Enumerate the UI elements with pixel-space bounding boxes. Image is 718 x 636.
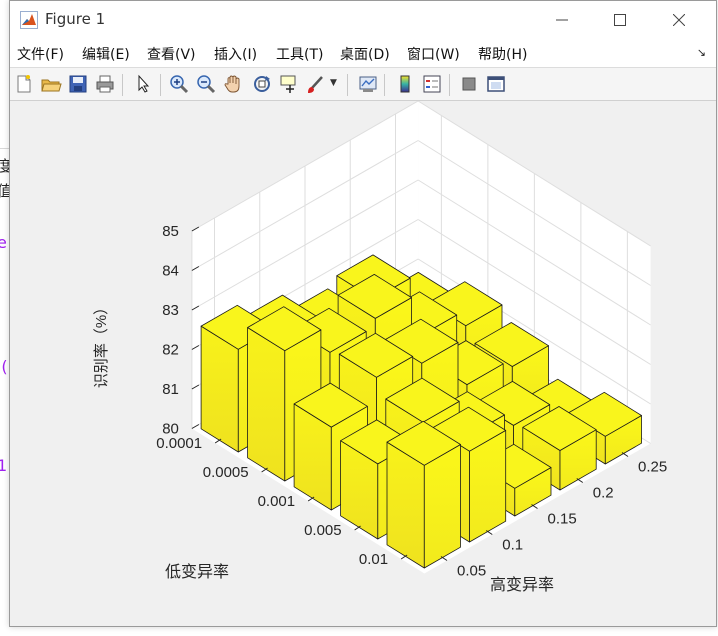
matlab-logo-icon: [20, 11, 38, 29]
save-button[interactable]: [67, 73, 89, 95]
z-axis-label: 识别率（%）: [93, 300, 110, 388]
figure-toolbar: ▼: [10, 67, 716, 101]
z-tick-label: 85: [162, 223, 179, 240]
toolbar-separator: [160, 74, 161, 96]
pointer-icon: [138, 74, 150, 93]
print-icon: [96, 75, 114, 93]
rotate-3d-icon: [254, 76, 270, 92]
maximize-icon: [614, 14, 626, 26]
data-cursor-icon: [280, 75, 296, 93]
menu-tools[interactable]: 工具(T): [276, 44, 323, 64]
z-tick-label: 81: [162, 381, 179, 398]
toolbar-separator: [122, 74, 123, 96]
zoom-in-button[interactable]: [168, 73, 190, 95]
toolbar-separator: [449, 74, 450, 96]
bar-3d: [386, 420, 461, 569]
save-icon: [69, 75, 87, 93]
print-button[interactable]: [94, 73, 116, 95]
legend-button[interactable]: [421, 73, 443, 95]
menu-help[interactable]: 帮助(H): [478, 44, 527, 64]
x-tick-label: 0.2: [593, 485, 614, 502]
background-text: '(: [0, 357, 8, 376]
menu-bar: 文件(F) 编辑(E) 查看(V) 插入(I) 工具(T) 桌面(D) 窗口(W…: [10, 39, 716, 67]
legend-icon: [423, 75, 441, 93]
new-figure-button[interactable]: [13, 73, 35, 95]
open-file-button[interactable]: [40, 73, 62, 95]
rotate-3d-button[interactable]: [251, 73, 273, 95]
brush-dropdown-icon[interactable]: ▼: [330, 78, 337, 88]
y-axis-label: 低变异率: [165, 563, 229, 581]
hide-plot-tools-button[interactable]: [458, 73, 480, 95]
title-bar[interactable]: Figure 1: [10, 1, 716, 39]
pan-button[interactable]: [222, 73, 244, 95]
y-tick-label: 0.001: [258, 493, 296, 510]
z-tick-label: 82: [162, 342, 179, 359]
pointer-button[interactable]: [132, 73, 154, 95]
window-title: Figure 1: [45, 10, 106, 28]
toolbar-separator: [384, 74, 385, 96]
close-icon: [673, 14, 685, 26]
hide-plot-tools-icon: [462, 77, 476, 91]
x-tick-label: 0.1: [502, 537, 523, 554]
new-figure-icon: [17, 75, 31, 93]
plot-area[interactable]: 80 81 82 83 84 85 0.0001 0.0005 0.001 0.005 0.01 0.…: [10, 100, 716, 626]
y-tick-label: 0.005: [304, 522, 342, 539]
colorbar-icon: [400, 75, 410, 93]
data-cursor-button[interactable]: [278, 73, 300, 95]
brush-button[interactable]: [305, 73, 327, 95]
bar-side-face: [247, 327, 286, 482]
link-plot-button[interactable]: [357, 73, 379, 95]
menu-insert[interactable]: 插入(I): [214, 44, 257, 64]
link-plot-icon: [359, 76, 377, 92]
zoom-out-icon: [197, 75, 216, 94]
minimize-button[interactable]: [533, 1, 591, 39]
menu-edit[interactable]: 编辑(E): [82, 44, 130, 64]
bar3-chart[interactable]: 8081828384850.00010.00050.0010.0050.010.…: [10, 100, 716, 626]
menu-desktop[interactable]: 桌面(D): [340, 44, 390, 64]
menu-window[interactable]: 窗口(W): [407, 44, 460, 64]
menu-file[interactable]: 文件(F): [17, 44, 64, 64]
background-text: e: [0, 233, 7, 252]
open-file-icon: [41, 79, 62, 92]
figure-window: Figure 1 文件(F) 编辑(E) 查看(V) 插入(I) 工具(T) 桌…: [9, 0, 717, 627]
pan-icon: [224, 75, 240, 93]
bar-front-face: [423, 444, 461, 569]
zoom-out-button[interactable]: [195, 73, 217, 95]
y-tick-label: 0.01: [359, 551, 388, 568]
close-button[interactable]: [650, 1, 708, 39]
show-plot-tools-icon: [487, 76, 505, 92]
maximize-button[interactable]: [591, 1, 649, 39]
x-tick-label: 0.05: [457, 563, 486, 580]
menu-dock-arrow-icon[interactable]: ↘: [697, 46, 706, 59]
background-text: 1: [0, 456, 8, 475]
menu-view[interactable]: 查看(V): [147, 44, 196, 64]
brush-icon: [308, 76, 323, 93]
minimize-icon: [556, 19, 568, 21]
background-divider: [0, 148, 9, 149]
colorbar-button[interactable]: [394, 73, 416, 95]
z-tick-label: 84: [162, 263, 179, 280]
y-tick-label: 0.0001: [156, 435, 202, 452]
show-plot-tools-button[interactable]: [485, 73, 507, 95]
zoom-in-icon: [170, 75, 189, 94]
x-tick-label: 0.25: [638, 459, 667, 476]
toolbar-separator: [347, 74, 348, 96]
x-tick-label: 0.15: [548, 511, 577, 528]
z-tick-label: 83: [162, 302, 179, 319]
y-tick-label: 0.0005: [203, 464, 249, 481]
x-axis-label: 高变异率: [490, 576, 554, 594]
